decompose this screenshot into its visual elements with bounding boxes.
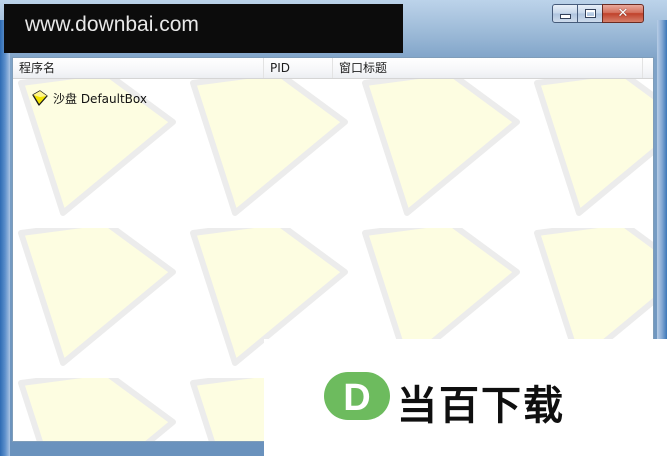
site-watermark-text: www.downbai.com — [25, 13, 199, 36]
minimize-icon — [559, 14, 571, 19]
close-button[interactable]: ✕ — [602, 4, 644, 23]
site-watermark-banner: www.downbai.com — [4, 4, 403, 53]
maximize-icon — [584, 9, 596, 18]
column-header-program-name[interactable]: 程序名 — [13, 58, 264, 78]
column-header-pid[interactable]: PID — [264, 58, 333, 78]
list-item-label: 沙盘 DefaultBox — [53, 91, 147, 106]
window-border-left — [0, 20, 10, 456]
brand-name: 当百下载 — [397, 383, 565, 429]
column-header-filler — [643, 58, 653, 78]
brand-logo-icon: D — [324, 372, 390, 420]
brand-watermark: D 当百下载 — [264, 339, 667, 456]
list-item[interactable]: 沙盘 DefaultBox — [31, 89, 147, 107]
sandbox-diamond-icon — [32, 90, 48, 106]
brand-logo-letter: D — [343, 377, 370, 419]
column-header-window-title[interactable]: 窗口标题 — [333, 58, 643, 78]
maximize-button[interactable] — [577, 4, 603, 23]
minimize-button[interactable] — [552, 4, 578, 23]
list-header: 程序名 PID 窗口标题 — [13, 58, 653, 79]
close-icon: ✕ — [617, 6, 629, 21]
caption-buttons: ✕ — [552, 4, 644, 23]
